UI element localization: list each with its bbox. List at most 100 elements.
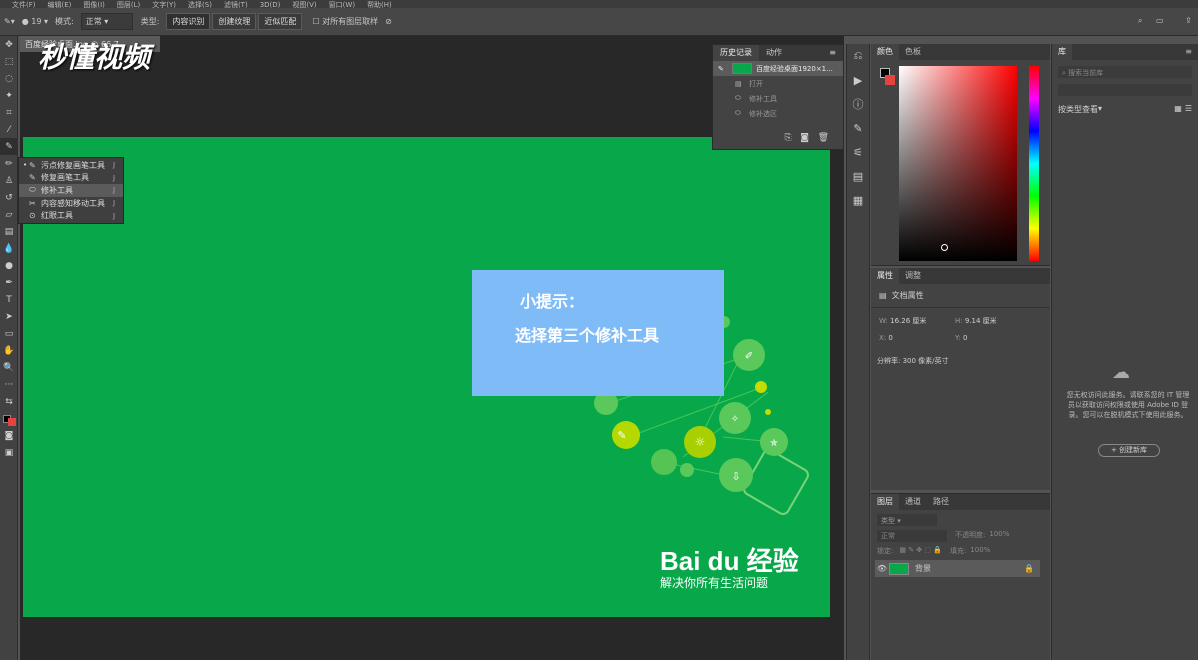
color-panel: 颜色 色板 xyxy=(871,44,1050,266)
marquee-tool-icon[interactable]: ⬚ xyxy=(0,53,18,70)
opacity-label: 不透明度: xyxy=(955,531,986,539)
patch-step-icon: ⬭ xyxy=(735,109,741,117)
share-icon[interactable]: ⇪ xyxy=(1185,16,1192,25)
lasso-tool-icon[interactable]: ◌ xyxy=(0,70,18,87)
brush-tool-icon[interactable]: ✏ xyxy=(0,155,18,172)
sample-all-checkbox[interactable]: ☐ 对所有图层取样 xyxy=(312,16,378,27)
history-panel-icon[interactable]: ⎌ xyxy=(847,44,869,68)
shortcut-key: J xyxy=(113,199,116,208)
layer-filter-select[interactable]: 类型 ▾ xyxy=(877,514,937,526)
visibility-eye-icon[interactable]: 👁 xyxy=(875,564,889,573)
flyout-item[interactable]: ✎ 修复画笔工具 J xyxy=(19,172,123,185)
flyout-item-label: 修补工具 xyxy=(41,185,73,195)
hue-slider[interactable] xyxy=(1029,66,1039,261)
layer-comps-icon[interactable]: ▤ xyxy=(847,164,869,188)
tab-adjustments[interactable]: 调整 xyxy=(899,268,927,284)
mode-select[interactable]: 正常 ▾ xyxy=(80,13,133,30)
swap-colors-icon[interactable]: ⇆ xyxy=(0,393,18,410)
type-tool-icon[interactable]: T xyxy=(0,291,18,308)
quick-mask-icon[interactable]: ◙ xyxy=(0,427,18,444)
height-value: 9.14 厘米 xyxy=(964,317,997,325)
tab-color[interactable]: 颜色 xyxy=(871,44,899,60)
healing-tool-icon[interactable]: ✎ xyxy=(0,138,18,155)
workspace-icon[interactable]: ▭ xyxy=(1156,16,1164,25)
color-field[interactable] xyxy=(899,66,1017,261)
stamp-tool-icon[interactable]: ♙ xyxy=(0,172,18,189)
more-tools-icon[interactable]: ··· xyxy=(0,376,18,393)
path-select-icon[interactable]: ➤ xyxy=(0,308,18,325)
crop-tool-icon[interactable]: ⌗ xyxy=(0,104,18,121)
type-proximity-match-button[interactable]: 近似匹配 xyxy=(258,13,303,30)
height-label: H: xyxy=(955,317,963,325)
tab-layers[interactable]: 图层 xyxy=(871,494,899,510)
flyout-item[interactable]: ⬭ 修补工具 J xyxy=(19,184,123,197)
search-icon[interactable]: ⌕ xyxy=(1138,16,1142,26)
move-tool-icon[interactable]: ✥ xyxy=(0,36,18,53)
list-view-icon[interactable]: ☰ xyxy=(1185,104,1192,115)
dodge-tool-icon[interactable]: ● xyxy=(0,257,18,274)
create-library-button[interactable]: + 创建新库 xyxy=(1098,444,1160,457)
type-content-aware-button[interactable]: 内容识别 xyxy=(166,13,211,30)
shape-tool-icon[interactable]: ▭ xyxy=(0,325,18,342)
brush-size-preview[interactable]: ● 19 ▾ xyxy=(22,17,48,26)
view-by-type-label[interactable]: 按类型查看 xyxy=(1058,104,1098,115)
camera-icon[interactable]: ◙ xyxy=(800,133,809,143)
adjust-panel-icon[interactable]: ⚟ xyxy=(847,140,869,164)
color-picker-cursor[interactable] xyxy=(941,244,948,251)
magic-wand-icon[interactable]: ✦ xyxy=(0,87,18,104)
tab-swatches[interactable]: 色板 xyxy=(899,44,927,60)
position-row: X: 0 Y: 0 xyxy=(871,326,1050,342)
library-search-placeholder: 搜索当前库 xyxy=(1068,69,1104,77)
layers-panel: 图层 通道 路径 类型 ▾ 正常 不透明度: 100% 锁定: ▦ ✎ ✥ ⬚ … xyxy=(871,493,1050,660)
blur-tool-icon[interactable]: 💧 xyxy=(0,240,18,257)
patch-tool-icon[interactable]: ✎▾ xyxy=(4,17,15,26)
baidu-logo: Bai du 经验 xyxy=(660,546,799,576)
tab-properties[interactable]: 属性 xyxy=(871,268,899,284)
history-snapshot[interactable]: ✎ 百度经验桌面1920×1... xyxy=(713,61,843,76)
library-select[interactable] xyxy=(1058,84,1192,96)
flyout-item[interactable]: ✂ 内容感知移动工具 J xyxy=(19,197,123,210)
opacity-value[interactable]: 100% xyxy=(989,530,1009,542)
type-create-texture-button[interactable]: 创建纹理 xyxy=(212,13,257,30)
flyout-item[interactable]: • ✎ 污点修复画笔工具 J xyxy=(19,159,123,172)
history-step[interactable]: ▤ 打开 xyxy=(713,76,843,91)
screen-mode-icon[interactable]: ▣ xyxy=(0,444,18,461)
layer-row[interactable]: 👁 背景 🔒 xyxy=(875,560,1040,577)
library-search[interactable]: ⌕ 搜索当前库 xyxy=(1058,66,1192,78)
tab-paths[interactable]: 路径 xyxy=(927,494,955,510)
gradient-icon[interactable]: ▤ xyxy=(0,223,18,240)
history-panel: 历史记录 动作 ≡ ✎ 百度经验桌面1920×1... ▤ 打开 ⬭ 修补工具 ⬭ 修… xyxy=(712,44,844,150)
grid-view-icon[interactable]: ▦ xyxy=(1174,104,1182,115)
eraser-icon[interactable]: ▱ xyxy=(0,206,18,223)
flyout-item[interactable]: ⊙ 红眼工具 J xyxy=(19,209,123,222)
play-action-icon[interactable]: ▶ xyxy=(847,68,869,92)
panel-menu-icon[interactable]: ≡ xyxy=(822,45,843,61)
tab-actions[interactable]: 动作 xyxy=(759,45,789,61)
notes-icon[interactable]: ▦ xyxy=(847,188,869,212)
blend-mode-select[interactable]: 正常 xyxy=(877,530,947,542)
zoom-tool-icon[interactable]: 🔍 xyxy=(0,359,18,376)
panel-menu-icon[interactable]: ≡ xyxy=(1179,44,1198,60)
fill-value[interactable]: 100% xyxy=(970,546,990,556)
new-document-icon[interactable]: ⎘ xyxy=(784,133,791,143)
background-color-swatch[interactable] xyxy=(885,75,895,85)
hand-tool-icon[interactable]: ✋ xyxy=(0,342,18,359)
pressure-icon[interactable]: ⊘ xyxy=(385,17,392,26)
brush-panel-icon[interactable]: ✎ xyxy=(847,116,869,140)
type-label: 类型: xyxy=(140,17,160,26)
trash-icon[interactable]: 🗑 xyxy=(818,133,829,143)
tab-channels[interactable]: 通道 xyxy=(899,494,927,510)
history-step[interactable]: ⬭ 修补工具 xyxy=(713,91,843,106)
layer-lock-icon: 🔒 xyxy=(1024,564,1034,573)
history-step[interactable]: ⬭ 修补选区 xyxy=(713,106,843,121)
shortcut-key: J xyxy=(113,186,116,195)
baidu-slogan: 解决你所有生活问题 xyxy=(660,576,769,590)
info-icon[interactable]: ⓘ xyxy=(847,92,869,116)
tab-library[interactable]: 库 xyxy=(1052,44,1072,60)
lock-icons[interactable]: ▦ ✎ ✥ ⬚ 🔒 xyxy=(899,546,942,556)
foreground-background-swatch[interactable] xyxy=(0,410,18,427)
tab-history[interactable]: 历史记录 xyxy=(713,45,759,61)
eyedropper-icon[interactable]: ⁄ xyxy=(0,121,18,138)
history-brush-icon[interactable]: ↺ xyxy=(0,189,18,206)
pen-tool-icon[interactable]: ✒ xyxy=(0,274,18,291)
